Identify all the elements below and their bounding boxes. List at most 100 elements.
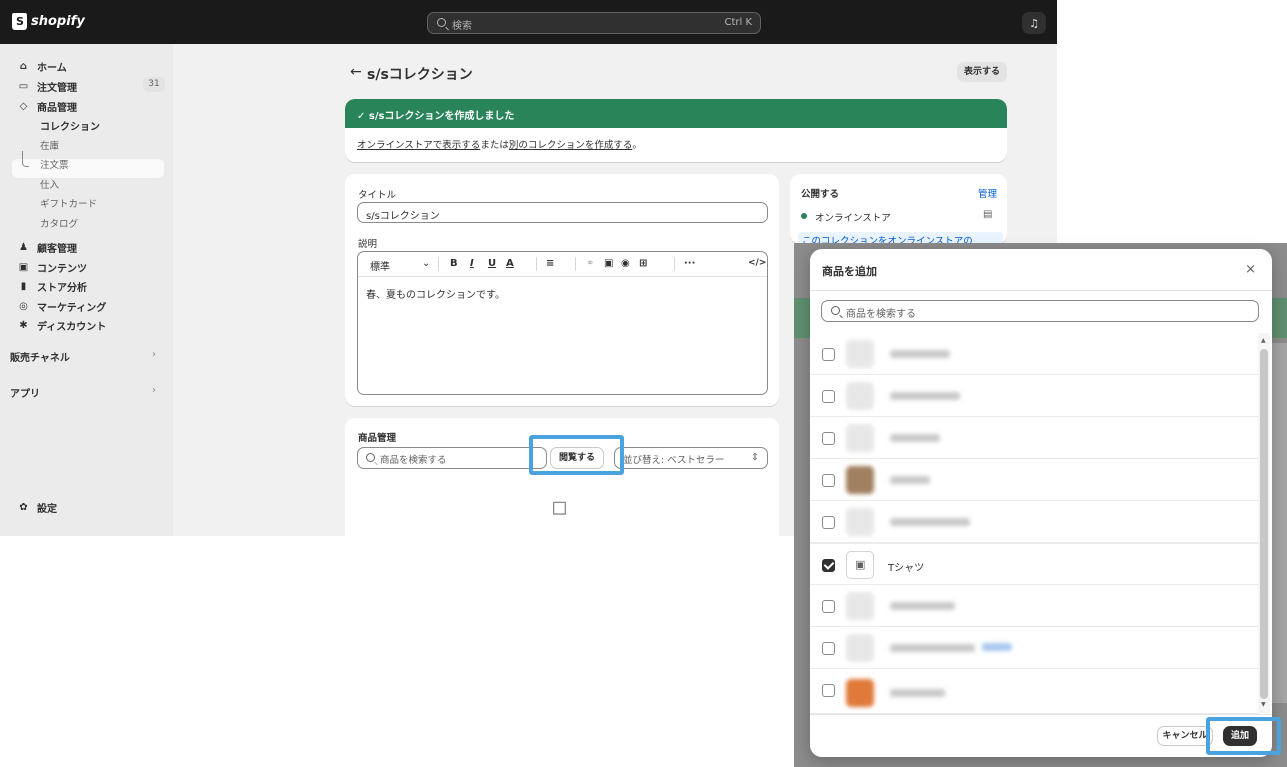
sidebar-item-label: ストア分析 [37, 283, 87, 294]
table-icon[interactable]: ⊞ [639, 258, 647, 269]
scroll-down-icon[interactable]: ▼ [1261, 701, 1266, 708]
sidebar-item-home[interactable]: ⌂ ホーム [18, 59, 67, 74]
scrollbar-thumb[interactable] [1260, 349, 1268, 699]
back-arrow-icon[interactable]: ← [350, 64, 362, 80]
list-item[interactable] [810, 375, 1258, 417]
sidebar-item-label: 商品管理 [37, 103, 77, 114]
product-thumbnail [846, 634, 874, 662]
checkbox[interactable] [822, 684, 835, 697]
product-search-placeholder: 商品を検索する [380, 455, 447, 466]
link-icon[interactable]: ⚭ [586, 258, 594, 269]
blurred-product-name [890, 350, 950, 358]
italic-icon[interactable]: I [470, 258, 474, 269]
sidebar-item-catalogs[interactable]: カタログ [40, 216, 78, 230]
sidebar-sales-channels[interactable]: 販売チャネル [10, 349, 70, 364]
sidebar-apps[interactable]: アプリ [10, 385, 40, 400]
list-item[interactable] [810, 627, 1258, 669]
view-button[interactable]: 表示する [957, 62, 1007, 82]
close-icon[interactable]: × [1245, 262, 1256, 277]
sidebar-section-label: アプリ [10, 389, 40, 400]
sidebar-item-inventory[interactable]: 在庫 [40, 138, 59, 152]
shopify-bag-icon [12, 13, 27, 30]
sidebar-item-label: 注文管理 [37, 83, 77, 94]
product-search-input[interactable]: 商品を検索する [357, 447, 547, 469]
sidebar-item-analytics[interactable]: ▮ ストア分析 [18, 279, 87, 294]
modal-footer: キャンセル 追加 [810, 714, 1272, 757]
sidebar-item-products[interactable]: ◇ 商品管理 [18, 99, 77, 114]
banner-title: ✓ s/sコレクションを作成しました [345, 99, 1007, 128]
notification-bell-icon[interactable]: ♫ [1022, 12, 1046, 34]
product-thumbnail: ▣ [846, 551, 874, 579]
blurred-badge [982, 643, 1012, 651]
shopify-logo[interactable]: shopify [12, 13, 85, 30]
modal-header: 商品を追加 × [810, 249, 1272, 291]
background-banner-strip [1272, 298, 1287, 338]
sidebar: ⌂ ホーム ▭ 注文管理 ◇ 商品管理 コレクション 在庫 注文票 仕入 ギフト… [0, 44, 173, 536]
product-thumbnail [846, 424, 874, 452]
checkbox[interactable] [822, 642, 835, 655]
sidebar-item-marketing[interactable]: ◎ マーケティング [18, 299, 106, 314]
checkbox[interactable] [822, 600, 835, 613]
sidebar-item-label: ホーム [37, 63, 67, 74]
description-text[interactable]: 春、夏ものコレクションです。 [366, 286, 505, 301]
highlight-browse-button [529, 435, 624, 475]
calendar-icon[interactable]: ▤ [983, 209, 992, 220]
more-icon[interactable]: ··· [684, 258, 695, 269]
checkbox[interactable] [822, 348, 835, 361]
sidebar-item-label: 顧客管理 [37, 244, 77, 255]
modal-search-input[interactable]: 商品を検索する [821, 300, 1259, 322]
list-item[interactable] [810, 333, 1258, 375]
publishing-heading: 公開する [801, 189, 840, 200]
text-color-icon[interactable]: A [506, 258, 514, 269]
sidebar-item-discounts[interactable]: ✱ ディスカウント [18, 318, 106, 333]
list-item[interactable] [810, 669, 1258, 714]
blurred-product-name [890, 689, 945, 697]
sort-select[interactable]: 並び替え: ベストセラー ⇕ [614, 447, 768, 469]
editor-toolbar: 標準 ⌄ B I U A ≡ ⚭ ▣ ◉ ⊞ ··· </> [358, 252, 767, 277]
list-item-selected[interactable]: ▣ Tシャツ [810, 543, 1258, 585]
list-item[interactable] [810, 501, 1258, 543]
chevron-right-icon: › [152, 385, 156, 396]
add-products-modal: 商品を追加 × 商品を検索する ▣ Tシャツ ▲ ▼ キャンセル 追加 [810, 249, 1272, 757]
code-view-icon[interactable]: </> [748, 258, 766, 268]
list-item[interactable] [810, 459, 1258, 501]
align-icon[interactable]: ≡ [546, 258, 554, 269]
manage-link[interactable]: 管理 [978, 186, 997, 200]
sidebar-item-gift-cards[interactable]: ギフトカード [40, 196, 97, 210]
video-icon[interactable]: ◉ [621, 258, 630, 269]
sidebar-item-label: ディスカウント [37, 322, 107, 333]
image-placeholder-icon: ▣ [855, 558, 866, 571]
checkbox[interactable] [822, 516, 835, 529]
sidebar-item-collections[interactable]: コレクション [40, 118, 100, 133]
underline-icon[interactable]: U [488, 258, 496, 269]
person-icon: ♟ [19, 242, 28, 253]
sidebar-item-customers[interactable]: ♟ 顧客管理 [18, 240, 77, 255]
sidebar-item-label: コレクション [40, 122, 100, 133]
list-item[interactable] [810, 585, 1258, 627]
sidebar-item-purchase-orders[interactable]: 注文票 [40, 157, 69, 171]
checkbox[interactable] [822, 390, 835, 403]
checkbox[interactable] [822, 432, 835, 445]
checkbox[interactable] [822, 474, 835, 487]
scroll-up-icon[interactable]: ▲ [1261, 337, 1266, 344]
sidebar-item-transfers[interactable]: 仕入 [40, 177, 59, 191]
cancel-button[interactable]: キャンセル [1157, 726, 1213, 746]
search-icon [437, 18, 446, 27]
sidebar-item-settings[interactable]: ✿ 設定 [18, 500, 57, 515]
home-icon: ⌂ [19, 61, 28, 72]
image-icon: ▣ [18, 262, 29, 273]
gear-icon: ✿ [19, 502, 28, 513]
image-insert-icon[interactable]: ▣ [604, 258, 613, 269]
list-item[interactable] [810, 417, 1258, 459]
target-icon: ◎ [19, 301, 28, 312]
products-heading: 商品管理 [358, 433, 397, 444]
sidebar-item-orders[interactable]: ▭ 注文管理 [18, 79, 77, 94]
create-another-link[interactable]: 別のコレクションを作成する [509, 140, 633, 151]
sidebar-item-content[interactable]: ▣ コンテンツ [18, 260, 87, 275]
format-select[interactable]: 標準 [370, 258, 390, 273]
global-search[interactable]: 検索 Ctrl K [427, 12, 761, 34]
checkbox-checked[interactable] [822, 559, 835, 572]
view-online-store-link[interactable]: オンラインストアで表示する [357, 140, 480, 151]
bold-icon[interactable]: B [450, 258, 458, 269]
title-input[interactable]: s/sコレクション [357, 202, 768, 223]
